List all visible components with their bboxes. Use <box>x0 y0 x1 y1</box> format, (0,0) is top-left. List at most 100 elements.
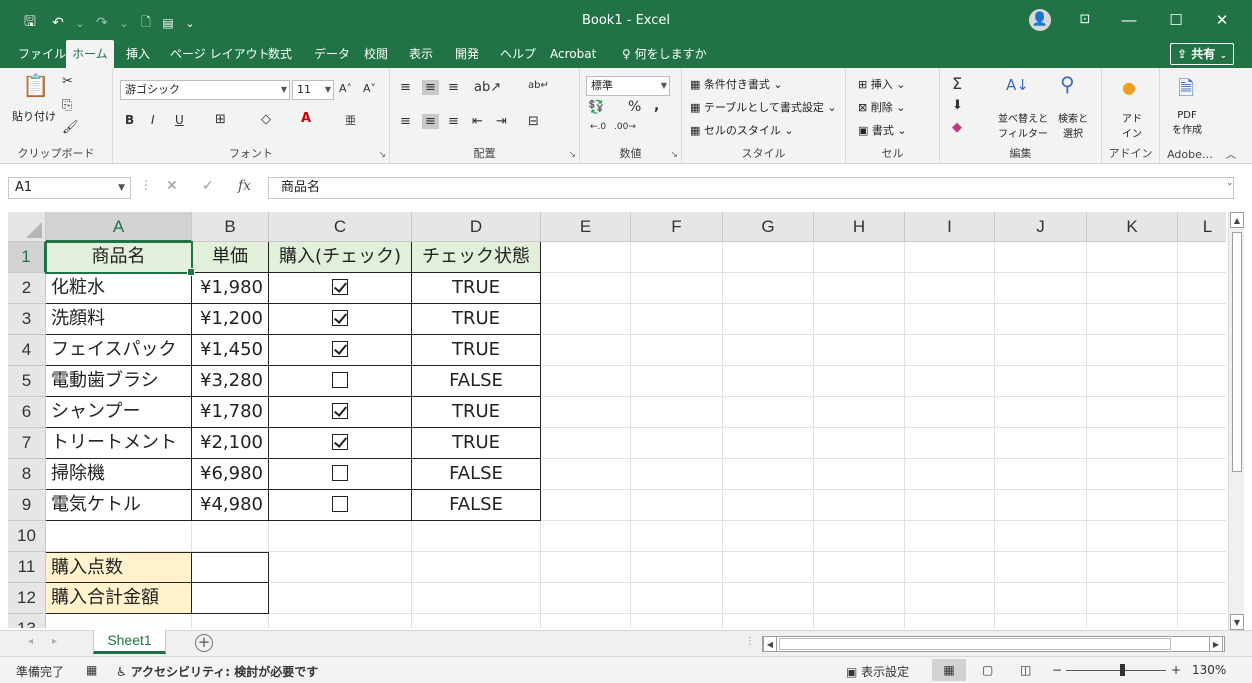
cell[interactable] <box>1178 397 1226 428</box>
cell[interactable] <box>631 459 723 490</box>
font-name-select[interactable]: 游ゴシック ▼ <box>120 80 290 100</box>
cell[interactable] <box>723 242 814 273</box>
cell[interactable] <box>631 273 723 304</box>
purchase-total-value[interactable] <box>192 583 269 614</box>
scroll-up-icon[interactable]: ▲ <box>1230 212 1244 228</box>
table-header-cell[interactable]: 商品名 <box>46 242 192 273</box>
font-size-select[interactable]: 11 ▼ <box>292 80 334 100</box>
cell[interactable] <box>412 614 541 628</box>
cell[interactable] <box>631 552 723 583</box>
cell[interactable] <box>995 428 1087 459</box>
sort-filter-icon[interactable]: A↓ <box>1006 76 1029 94</box>
restore-button[interactable]: ☐ <box>1153 0 1199 40</box>
comma-button[interactable]: , <box>654 98 659 114</box>
cell[interactable] <box>995 614 1087 628</box>
table-cell[interactable] <box>269 366 412 397</box>
cell[interactable] <box>905 490 995 521</box>
find-select-button[interactable]: 検索と 選択 <box>1058 110 1088 140</box>
tell-me-search[interactable]: ♀ 何をしますか <box>616 40 713 68</box>
table-cell[interactable]: 電気ケトル <box>46 490 192 521</box>
cell[interactable] <box>1087 614 1178 628</box>
cell[interactable] <box>723 490 814 521</box>
dialog-launcher-icon[interactable]: ↘ <box>378 150 386 160</box>
align-top-icon[interactable]: ≡ <box>400 80 411 95</box>
column-header[interactable]: A <box>46 212 192 242</box>
customize-qat-icon[interactable]: ⌄ <box>182 17 198 30</box>
cell[interactable] <box>269 614 412 628</box>
enter-icon[interactable]: ✓ <box>202 178 214 194</box>
purchase-checkbox[interactable] <box>332 278 348 295</box>
currency-icon[interactable]: 💱 <box>588 100 604 115</box>
wrap-text-icon[interactable]: ab↵ <box>528 80 549 91</box>
zoom-level[interactable]: 130% <box>1192 663 1226 677</box>
format-painter-icon[interactable]: 🖌 <box>62 120 79 135</box>
cell[interactable] <box>814 552 905 583</box>
increase-decimal-icon[interactable]: ←.0 <box>590 122 606 132</box>
cell[interactable] <box>541 273 631 304</box>
row-header[interactable]: 4 <box>8 335 46 366</box>
cell[interactable] <box>1087 273 1178 304</box>
cell[interactable] <box>1087 428 1178 459</box>
cell[interactable] <box>631 304 723 335</box>
cell[interactable] <box>1178 304 1226 335</box>
cell[interactable] <box>541 583 631 614</box>
cell[interactable] <box>412 583 541 614</box>
select-all-button[interactable] <box>8 212 46 242</box>
cell[interactable] <box>46 521 192 552</box>
tab-insert[interactable]: 挿入 <box>120 40 156 68</box>
add-sheet-icon[interactable]: + <box>195 634 213 652</box>
cell[interactable] <box>1087 521 1178 552</box>
percent-button[interactable]: % <box>628 99 641 115</box>
display-settings-button[interactable]: ▣ 表示設定 <box>846 663 909 680</box>
normal-view-icon[interactable]: ▦ <box>932 659 966 681</box>
delete-cells-button[interactable]: ⊠ 削除 ⌄ <box>858 99 905 115</box>
table-cell[interactable] <box>269 397 412 428</box>
decrease-indent-icon[interactable]: ⇤ <box>472 114 483 129</box>
number-format-select[interactable]: 標準 ▼ <box>586 76 670 96</box>
row-header[interactable]: 9 <box>8 490 46 521</box>
row-header[interactable]: 11 <box>8 552 46 583</box>
purchase-checkbox[interactable] <box>332 464 348 481</box>
cell[interactable] <box>995 459 1087 490</box>
dialog-launcher-icon[interactable]: ↘ <box>670 150 678 160</box>
cell[interactable] <box>995 335 1087 366</box>
zoom-out-button[interactable]: − <box>1052 663 1062 677</box>
zoom-slider-knob[interactable] <box>1120 664 1125 676</box>
clear-icon[interactable]: ◆ <box>952 120 962 135</box>
cell[interactable] <box>905 583 995 614</box>
expand-formula-icon[interactable]: ⌄ <box>1226 178 1234 188</box>
column-header[interactable]: L <box>1178 212 1226 242</box>
sheet-tab-sheet1[interactable]: Sheet1 <box>93 630 166 654</box>
cell[interactable] <box>723 335 814 366</box>
create-pdf-button[interactable]: PDF を作成 <box>1172 110 1202 136</box>
cell[interactable] <box>995 304 1087 335</box>
table-cell[interactable]: FALSE <box>412 366 541 397</box>
increase-font-icon[interactable]: A˄ <box>339 82 352 95</box>
cell[interactable] <box>905 428 995 459</box>
split-handle-icon[interactable]: ⋮ <box>745 636 755 647</box>
create-pdf-icon[interactable]: 🗎 <box>1178 74 1194 108</box>
row-header[interactable]: 10 <box>8 521 46 552</box>
paste-icon[interactable]: 📋 <box>22 74 49 99</box>
increase-indent-icon[interactable]: ⇥ <box>496 114 507 129</box>
cell[interactable] <box>723 428 814 459</box>
close-button[interactable]: ✕ <box>1199 0 1245 40</box>
cell[interactable] <box>631 335 723 366</box>
purchase-count-label[interactable]: 購入点数 <box>46 552 192 583</box>
cell[interactable] <box>541 459 631 490</box>
cell[interactable] <box>905 397 995 428</box>
purchase-checkbox[interactable] <box>332 402 348 419</box>
cell[interactable] <box>723 459 814 490</box>
cell[interactable] <box>412 552 541 583</box>
cell[interactable] <box>269 521 412 552</box>
cell[interactable] <box>541 428 631 459</box>
cell[interactable] <box>631 397 723 428</box>
column-header[interactable]: J <box>995 212 1087 242</box>
scroll-thumb[interactable] <box>779 638 1171 650</box>
paste-button-label[interactable]: 貼り付け <box>12 108 56 124</box>
cell[interactable] <box>723 614 814 628</box>
table-header-cell[interactable]: 単価 <box>192 242 269 273</box>
page-layout-view-icon[interactable]: ▢ <box>982 663 993 677</box>
scroll-left-icon[interactable]: ◀ <box>763 636 777 652</box>
cell[interactable] <box>1178 428 1226 459</box>
